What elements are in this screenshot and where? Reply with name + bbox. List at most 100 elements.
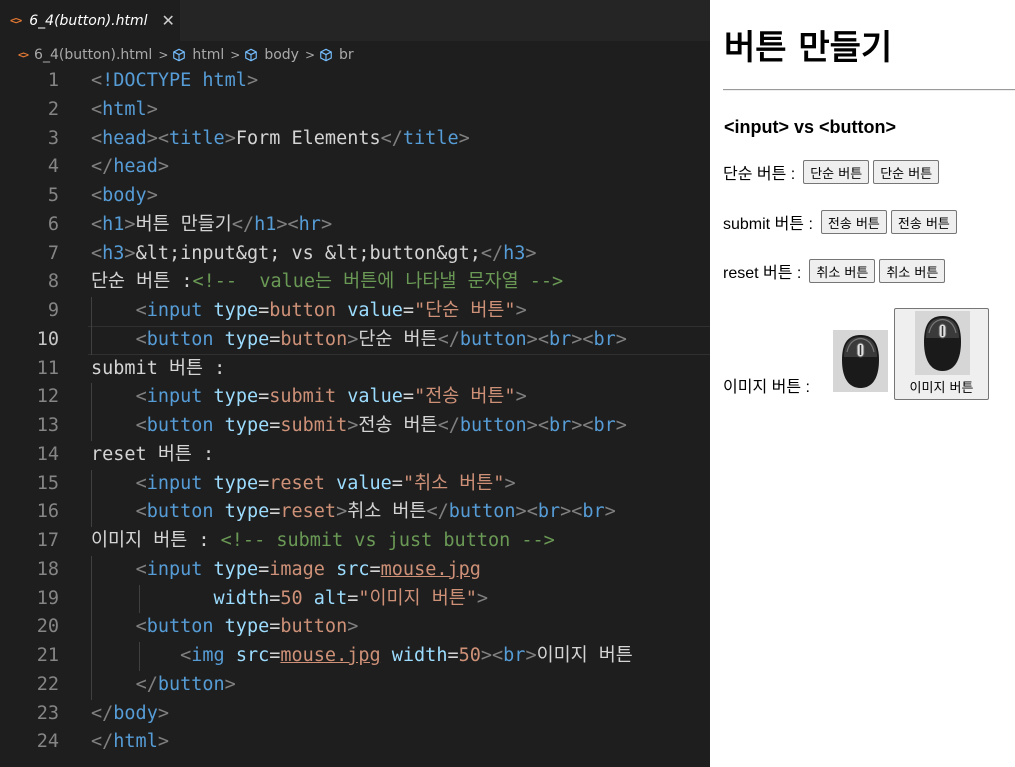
line-number: 10 bbox=[36, 328, 59, 350]
breadcrumb-item-body[interactable]: body bbox=[244, 47, 299, 63]
breadcrumb-item-html[interactable]: html bbox=[172, 47, 224, 63]
code-text: <h3>&lt;input&gt; vs &lt;button&gt;</h3> bbox=[91, 242, 537, 264]
code-line[interactable]: 14 reset 버튼 : bbox=[0, 441, 710, 470]
submit-button-row: submit 버튼 : 전송 버튼 전송 버튼 bbox=[723, 210, 957, 234]
line-number: 12 bbox=[36, 386, 59, 408]
chevron-right-icon: > bbox=[230, 48, 241, 62]
code-line[interactable]: 4 </head> bbox=[0, 153, 710, 182]
code-line[interactable]: 6 <h1>버튼 만들기</h1><hr> bbox=[0, 211, 710, 240]
horizontal-rule bbox=[723, 89, 1015, 91]
code-line[interactable]: 12 <input type=submit value="전송 버튼"> bbox=[0, 383, 710, 412]
line-number: 20 bbox=[36, 616, 59, 638]
mouse-icon bbox=[915, 311, 970, 375]
code-line[interactable]: 1 <!DOCTYPE html> bbox=[0, 67, 710, 96]
line-number: 4 bbox=[47, 156, 59, 178]
line-number: 8 bbox=[47, 271, 59, 293]
code-text: <input type=submit value="전송 버튼"> bbox=[135, 386, 527, 408]
reset-button[interactable]: 취소 버튼 bbox=[879, 259, 946, 283]
line-number: 3 bbox=[47, 127, 59, 149]
chevron-right-icon: > bbox=[158, 48, 169, 62]
code-line[interactable]: 23 </body> bbox=[0, 700, 710, 729]
image-button-label: 이미지 버튼 bbox=[909, 381, 974, 396]
line-number: 21 bbox=[36, 645, 59, 666]
chevron-right-icon: > bbox=[304, 48, 316, 62]
simple-input-button[interactable]: 단순 버튼 bbox=[803, 160, 870, 184]
symbol-cube-icon bbox=[245, 48, 258, 62]
line-number: 23 bbox=[36, 702, 59, 724]
line-number: 2 bbox=[47, 98, 59, 120]
close-icon[interactable]: ✕ bbox=[162, 11, 175, 30]
line-number: 16 bbox=[36, 501, 59, 523]
line-number: 7 bbox=[47, 242, 59, 264]
code-line[interactable]: 21 <img src=mouse.jpg width=50><br>이미지 버… bbox=[0, 642, 710, 671]
line-number: 5 bbox=[47, 185, 59, 206]
code-line[interactable]: 10 <button type=button>단순 버튼</button><br… bbox=[0, 325, 710, 355]
line-number: 19 bbox=[36, 587, 59, 609]
row-label: 이미지 버튼 : bbox=[723, 379, 810, 396]
code-text: <input type=image src=mouse.jpg bbox=[135, 558, 481, 580]
mouse-icon bbox=[833, 330, 888, 392]
image-button[interactable]: 이미지 버튼 bbox=[894, 308, 989, 400]
code-text: <html> bbox=[91, 98, 158, 120]
row-label: 단순 버튼 : bbox=[723, 166, 796, 183]
simple-button[interactable]: 단순 버튼 bbox=[873, 160, 940, 184]
code-line[interactable]: 2 <html> bbox=[0, 96, 710, 125]
code-line[interactable]: 20 <button type=button> bbox=[0, 613, 710, 642]
submit-input-button[interactable]: 전송 버튼 bbox=[820, 210, 887, 234]
editor-tab[interactable]: <> 6_4(button).html ✕ bbox=[0, 0, 180, 41]
code-text: 단순 버튼 :<!-- value는 버튼에 나타낼 문자열 --> bbox=[91, 271, 564, 293]
code-line[interactable]: 17 이미지 버튼 : <!-- submit vs just button --… bbox=[0, 527, 710, 556]
line-number: 1 bbox=[47, 70, 59, 91]
code-text: </button> bbox=[135, 673, 236, 695]
code-text: <button type=submit>전송 버튼</button><br><b… bbox=[135, 415, 627, 436]
line-number: 9 bbox=[47, 300, 59, 321]
symbol-cube-icon bbox=[320, 48, 332, 62]
breadcrumb-label: html bbox=[192, 47, 225, 63]
code-text: <button type=button> bbox=[135, 616, 359, 638]
code-line[interactable]: 7 <h3>&lt;input&gt; vs &lt;button&gt;</h3… bbox=[0, 240, 710, 269]
tab-filename: 6_4(button).html bbox=[29, 12, 148, 29]
code-line[interactable]: 19 width=50 alt="이미지 버튼"> bbox=[0, 584, 710, 614]
line-number: 22 bbox=[36, 673, 59, 695]
submit-button[interactable]: 전송 버튼 bbox=[890, 210, 957, 234]
code-text: <!DOCTYPE html> bbox=[91, 70, 259, 91]
code-line[interactable]: 15 <input type=reset value="취소 버튼"> bbox=[0, 469, 710, 499]
code-text: 이미지 버튼 : <!-- submit vs just button --> bbox=[91, 530, 555, 551]
breadcrumb-item-file[interactable]: <> 6_4(button).html bbox=[0, 47, 152, 63]
reset-button-row: reset 버튼 : 취소 버튼 취소 버튼 bbox=[723, 259, 946, 283]
line-number: 13 bbox=[36, 415, 59, 436]
breadcrumb-item-br[interactable]: br bbox=[319, 47, 354, 63]
code-text: </body> bbox=[91, 702, 169, 724]
code-line[interactable]: 5 <body> bbox=[0, 182, 710, 211]
code-line[interactable]: 11 submit 버튼 : bbox=[0, 355, 710, 384]
code-line[interactable]: 22 </button> bbox=[0, 670, 710, 700]
code-line[interactable]: 18 <input type=image src=mouse.jpg bbox=[0, 555, 710, 585]
tab-bar: <> 6_4(button).html ✕ bbox=[0, 0, 710, 41]
breadcrumb-label: body bbox=[264, 47, 299, 63]
code-text: <head><title>Form Elements</title> bbox=[91, 127, 470, 149]
line-number: 6 bbox=[47, 213, 59, 235]
code-line[interactable]: 3 <head><title>Form Elements</title> bbox=[0, 125, 710, 154]
reset-input-button[interactable]: 취소 버튼 bbox=[809, 259, 876, 283]
code-editor[interactable]: <> 6_4(button).html ✕ <> 6_4(button).htm… bbox=[0, 0, 710, 767]
breadcrumb-label: 6_4(button).html bbox=[34, 47, 153, 63]
code-text: <h1>버튼 만들기</h1><hr> bbox=[91, 213, 333, 235]
line-number: 15 bbox=[36, 472, 59, 494]
code-line[interactable]: 13 <button type=submit>전송 버튼</button><br… bbox=[0, 412, 710, 441]
code-line[interactable]: 8 단순 버튼 :<!-- value는 버튼에 나타낼 문자열 --> bbox=[0, 268, 710, 297]
code-text: <button type=button>단순 버튼</button><br><b… bbox=[135, 328, 627, 350]
line-number: 17 bbox=[36, 530, 59, 551]
code-area[interactable]: 1 <!DOCTYPE html> 2 <html> 3 <head><title>For… bbox=[0, 67, 710, 757]
code-text: <input type=reset value="취소 버튼"> bbox=[135, 472, 516, 494]
preview-subheading: <input> vs <button> bbox=[724, 117, 897, 137]
row-label: submit 버튼 : bbox=[723, 216, 813, 233]
code-line[interactable]: 16 <button type=reset>취소 버튼</button><br>… bbox=[0, 498, 710, 527]
code-line[interactable]: 9 <input type=button value="단순 버튼"> bbox=[0, 297, 710, 326]
line-number: 14 bbox=[36, 443, 59, 465]
code-text: </head> bbox=[91, 156, 169, 178]
image-input-button[interactable] bbox=[833, 330, 888, 392]
code-text: <img src=mouse.jpg width=50><br>이미지 버튼 bbox=[180, 645, 633, 666]
code-line[interactable]: 24 </html> bbox=[0, 728, 710, 757]
browser-preview: 버튼 만들기 <input> vs <button> 단순 버튼 : 단순 버튼… bbox=[710, 0, 1015, 767]
preview-heading: 버튼 만들기 bbox=[724, 28, 893, 68]
